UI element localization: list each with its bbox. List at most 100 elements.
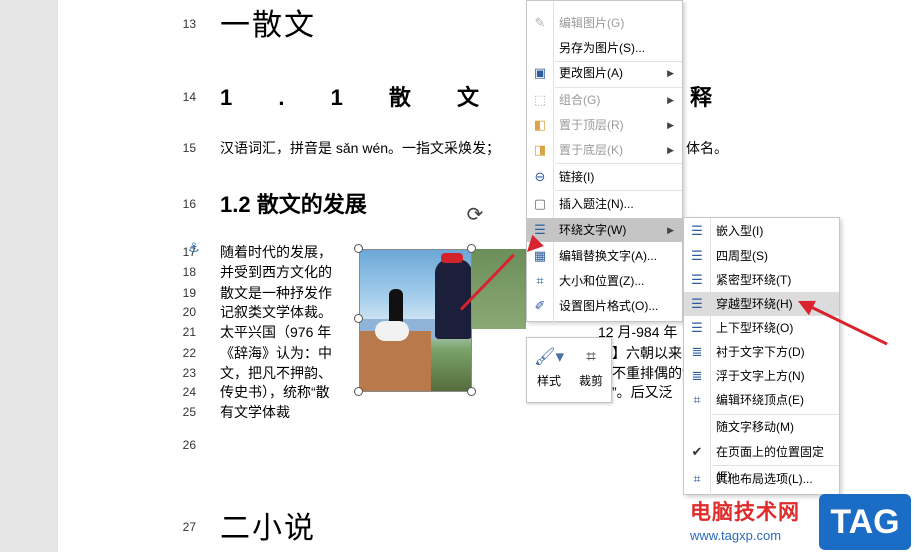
- body-line[interactable]: 传史书），统称“散: [220, 382, 330, 402]
- group-icon: ⬚: [533, 92, 547, 107]
- edit-wrap-points-icon: ⌗: [693, 392, 701, 407]
- paragraph-prose-meaning-tail: 体名。: [686, 140, 728, 156]
- selection-border: [359, 249, 472, 392]
- checkmark-icon: ✔: [691, 444, 703, 459]
- submenu-arrow-icon: ▶: [667, 120, 674, 130]
- menu-item-through[interactable]: ☰ 穿越型环绕(H): [684, 292, 839, 316]
- menu-item-edit-alt-text[interactable]: ▦ 编辑替换文字(A)...: [527, 244, 682, 268]
- menu-item-bring-to-front[interactable]: ◧ 置于顶层(R) ▶: [527, 113, 682, 137]
- menu-item-top-bottom[interactable]: ☰ 上下型环绕(O): [684, 316, 839, 340]
- change-picture-icon: ▣: [533, 65, 547, 80]
- submenu-arrow-icon: ▶: [667, 225, 674, 235]
- line-number: 14: [182, 90, 196, 104]
- menu-item-save-as-picture[interactable]: 另存为图片(S)...: [527, 36, 682, 60]
- line-number: 24: [182, 385, 196, 399]
- body-line[interactable]: 并受到西方文化的: [220, 262, 332, 282]
- menu-item-edit-wrap-points[interactable]: ⌗ 编辑环绕顶点(E): [684, 388, 839, 412]
- line-number: 15: [182, 141, 196, 155]
- left-margin-area: [0, 0, 58, 552]
- menu-item-group[interactable]: ⬚ 组合(G) ▶: [527, 88, 682, 112]
- anchor-icon[interactable]: ⚓: [188, 240, 200, 256]
- line-number: 27: [182, 520, 196, 534]
- menu-item-size-position[interactable]: ⌗ 大小和位置(Z)...: [527, 269, 682, 293]
- wrap-text-submenu: ☰ 嵌入型(I) ☰ 四周型(S) ☰ 紧密型环绕(T) ☰ 穿越型环绕(H) …: [683, 217, 840, 496]
- style-label: 样式: [536, 374, 561, 388]
- menu-item-inline[interactable]: ☰ 嵌入型(I): [684, 219, 839, 243]
- line-number: 20: [182, 305, 196, 319]
- line-number: 21: [182, 325, 196, 339]
- heading-prose-development[interactable]: 1.2 散文的发展: [220, 187, 367, 219]
- link-icon: ⊖: [534, 169, 546, 184]
- line-number: 25: [182, 405, 196, 419]
- menu-item-insert-caption[interactable]: ▢ 插入题注(N)...: [527, 192, 682, 216]
- body-line[interactable]: 随着时代的发展，: [220, 242, 332, 262]
- body-line[interactable]: 记叙类文学体裁。: [220, 302, 332, 322]
- submenu-arrow-icon: ▶: [667, 68, 674, 78]
- submenu-arrow-icon: ▶: [667, 95, 674, 105]
- line-number: 19: [182, 286, 196, 300]
- menu-item-fix-position[interactable]: ✔ 在页面上的位置固定(F): [684, 440, 839, 483]
- more-layout-icon: ⌗: [693, 471, 701, 486]
- line-number: 22: [182, 346, 196, 360]
- menu-item-link[interactable]: ⊖ 链接(I): [527, 165, 682, 189]
- inline-wrap-icon: ☰: [691, 223, 703, 238]
- top-bottom-wrap-icon: ☰: [691, 320, 703, 335]
- watermark-site-url: www.tagxp.com: [690, 528, 782, 543]
- crop-icon: ⌗: [586, 347, 596, 366]
- behind-text-icon: ≣: [691, 344, 703, 359]
- body-line[interactable]: 太平兴国（976 年: [220, 322, 331, 342]
- edit-picture-icon: ✎: [534, 15, 546, 30]
- resize-handle[interactable]: [354, 244, 363, 253]
- paragraph-prose-meaning[interactable]: 汉语词汇，拼音是 sǎn wén。一指文采焕发；: [220, 138, 500, 158]
- style-button[interactable]: 🖌▾ 样式: [529, 342, 569, 400]
- context-menu: ✎ 编辑图片(G) 另存为图片(S)... ▣ 更改图片(A) ▶ ⬚ 组合(G…: [526, 0, 683, 323]
- bring-front-icon: ◧: [533, 117, 547, 132]
- menu-item-format-picture[interactable]: ✐ 设置图片格式(O)...: [527, 294, 682, 318]
- crop-button[interactable]: ⌗ 裁剪: [571, 342, 611, 400]
- resize-handle[interactable]: [467, 387, 476, 396]
- crop-label: 裁剪: [578, 374, 603, 388]
- resize-handle[interactable]: [354, 314, 363, 323]
- size-position-icon: ⌗: [536, 273, 544, 288]
- body-line[interactable]: 文，把凡不押韵、: [220, 363, 332, 383]
- in-front-text-icon: ≣: [691, 368, 703, 383]
- menu-item-move-with-text[interactable]: 随文字移动(M): [684, 415, 839, 439]
- menu-item-change-picture[interactable]: ▣ 更改图片(A) ▶: [527, 61, 682, 85]
- menu-item-behind-text[interactable]: ≣ 衬于文字下方(D): [684, 340, 839, 364]
- body-line[interactable]: 《辞海》认为：中: [220, 343, 332, 363]
- line-number: 26: [182, 438, 196, 452]
- menu-item-square[interactable]: ☰ 四周型(S): [684, 244, 839, 268]
- line-number: 18: [182, 265, 196, 279]
- square-wrap-icon: ☰: [691, 248, 703, 263]
- caption-icon: ▢: [533, 196, 547, 211]
- menu-item-in-front-text[interactable]: ≣ 浮于文字上方(N): [684, 364, 839, 388]
- picture-style-icon: 🖌▾: [533, 347, 565, 366]
- wrap-text-icon: ☰: [534, 222, 546, 237]
- watermark-site-name: 电脑技术网: [690, 501, 800, 524]
- body-line[interactable]: 有文学体裁: [220, 402, 290, 422]
- rotate-handle-icon[interactable]: ⟳: [464, 204, 486, 226]
- word-document-view: 13 14 15 16 17 18 19 20 21 22 23 24 25 2…: [0, 0, 915, 552]
- body-line-fragment: ”。后又泛: [612, 384, 673, 400]
- mini-toolbar: 🖌▾ 样式 ⌗ 裁剪: [526, 337, 612, 403]
- submenu-arrow-icon: ▶: [667, 145, 674, 155]
- menu-item-send-to-back[interactable]: ◨ 置于底层(K) ▶: [527, 138, 682, 162]
- format-picture-icon: ✐: [534, 298, 546, 313]
- heading-novel[interactable]: 二小说: [220, 503, 316, 547]
- resize-handle[interactable]: [354, 387, 363, 396]
- through-wrap-icon: ☰: [691, 296, 703, 311]
- resize-handle[interactable]: [467, 244, 476, 253]
- tight-wrap-icon: ☰: [691, 272, 703, 287]
- send-back-icon: ◨: [533, 142, 547, 157]
- line-number: 13: [182, 17, 196, 31]
- menu-item-edit-picture[interactable]: ✎ 编辑图片(G): [527, 11, 682, 35]
- heading-prose-definition[interactable]: 1 . 1 散 文: [220, 80, 499, 112]
- heading-prose[interactable]: 一散文: [220, 0, 316, 44]
- watermark-tag-logo: TAG: [819, 494, 911, 550]
- heading-prose-definition-tail: 释: [690, 85, 713, 110]
- body-line[interactable]: 散文是一种抒发作: [220, 283, 332, 303]
- menu-item-tight[interactable]: ☰ 紧密型环绕(T): [684, 268, 839, 292]
- menu-item-wrap-text[interactable]: ☰ 环绕文字(W) ▶: [527, 218, 682, 242]
- menu-item-more-layout[interactable]: ⌗ 其他布局选项(L)...: [684, 467, 839, 491]
- line-number: 23: [182, 366, 196, 380]
